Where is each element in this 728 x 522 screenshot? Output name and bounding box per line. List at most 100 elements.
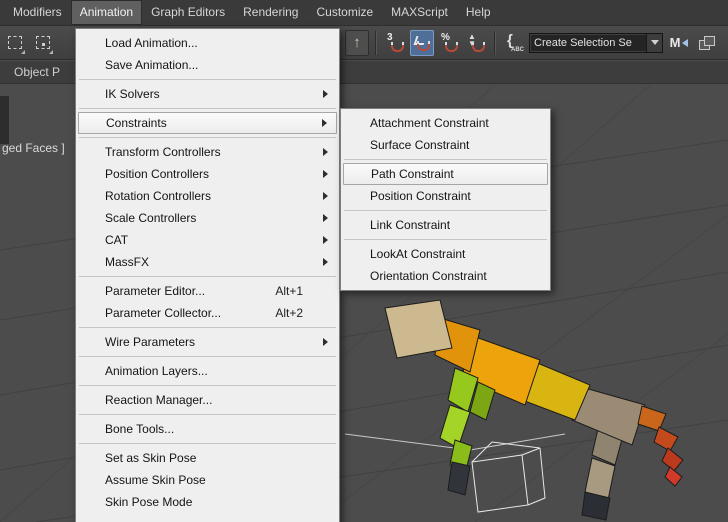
menu-item-massfx[interactable]: MassFX	[78, 251, 337, 273]
menu-item-label: Position Constraint	[370, 189, 471, 203]
angle-snap-toggle-button[interactable]	[410, 29, 434, 56]
menubar: Modifiers Animation Graph Editors Render…	[0, 0, 728, 26]
keyboard-override-toggle-button[interactable]: ↑	[345, 29, 369, 56]
menu-separator	[79, 443, 336, 444]
submenu-item-link-constraint[interactable]: Link Constraint	[343, 214, 548, 236]
menubar-item-animation[interactable]: Animation	[70, 0, 143, 25]
submenu-item-surface-constraint[interactable]: Surface Constraint	[343, 134, 548, 156]
menu-separator	[79, 137, 336, 138]
submenu-arrow-icon	[323, 214, 328, 222]
menu-item-parameter-editor[interactable]: Parameter Editor... Alt+1	[78, 280, 337, 302]
menu-item-position-controllers[interactable]: Position Controllers	[78, 163, 337, 185]
submenu-arrow-icon	[322, 119, 327, 127]
menu-item-label: Transform Controllers	[105, 145, 221, 159]
menu-item-set-as-skin-pose[interactable]: Set as Skin Pose	[78, 447, 337, 469]
submenu-item-path-constraint[interactable]: Path Constraint	[343, 163, 548, 185]
menu-item-label: IK Solvers	[105, 87, 160, 101]
menu-item-label: Parameter Editor...	[105, 284, 206, 298]
viewport-shading-label[interactable]: ged Faces ]	[2, 141, 65, 155]
menu-item-label: Load Animation...	[105, 36, 198, 50]
mirror-arrow-icon	[682, 38, 689, 47]
toolbar-separator	[494, 30, 496, 55]
menu-item-label: Constraints	[106, 116, 167, 130]
edit-named-selection-sets-button[interactable]: { ABC	[502, 30, 526, 56]
menu-item-label: Wire Parameters	[105, 335, 196, 349]
menu-item-save-animation[interactable]: Save Animation...	[78, 54, 337, 76]
menu-separator	[79, 276, 336, 277]
menu-item-reaction-manager[interactable]: Reaction Manager...	[78, 389, 337, 411]
paint-selection-region-button[interactable]	[31, 30, 55, 56]
submenu-item-position-constraint[interactable]: Position Constraint	[343, 185, 548, 207]
percent-snap-toggle-button[interactable]: %	[437, 30, 461, 56]
submenu-item-attachment-constraint[interactable]: Attachment Constraint	[343, 112, 548, 134]
snap-toggle-button[interactable]: 3	[383, 30, 407, 56]
align-icon	[699, 35, 715, 50]
menu-item-label: Bone Tools...	[105, 422, 175, 436]
menu-item-rotation-controllers[interactable]: Rotation Controllers	[78, 185, 337, 207]
menu-item-assume-skin-pose[interactable]: Assume Skin Pose	[78, 469, 337, 491]
submenu-item-lookat-constraint[interactable]: LookAt Constraint	[343, 243, 548, 265]
animation-menu: Load Animation... Save Animation... IK S…	[75, 28, 340, 522]
menubar-item-graph-editors[interactable]: Graph Editors	[142, 0, 234, 25]
submenu-arrow-icon	[323, 236, 328, 244]
menu-separator	[79, 356, 336, 357]
menubar-item-modifiers[interactable]: Modifiers	[4, 0, 71, 25]
paint-dot-icon	[42, 42, 45, 46]
menu-item-label: Animation Layers...	[105, 364, 208, 378]
magnet-icon	[391, 41, 404, 52]
brace-icon: {	[507, 31, 513, 49]
named-selection-set-dropdown[interactable]: Create Selection Se	[529, 32, 663, 53]
menu-item-bone-tools[interactable]: Bone Tools...	[78, 418, 337, 440]
menu-item-label: Skin Pose Mode	[105, 495, 193, 509]
menu-item-load-animation[interactable]: Load Animation...	[78, 32, 337, 54]
panel-notch	[0, 96, 9, 144]
menu-item-wire-parameters[interactable]: Wire Parameters	[78, 331, 337, 353]
menu-item-transform-controllers[interactable]: Transform Controllers	[78, 141, 337, 163]
up-arrow-icon: ↑	[353, 34, 361, 51]
submenu-arrow-icon	[323, 170, 328, 178]
submenu-arrow-icon	[323, 338, 328, 346]
selection-set-value: Create Selection Se	[534, 36, 632, 49]
submenu-arrow-icon	[323, 192, 328, 200]
menu-item-animation-layers[interactable]: Animation Layers...	[78, 360, 337, 382]
menu-item-shortcut: Alt+2	[275, 306, 303, 320]
mirror-label: M	[669, 35, 681, 50]
menu-item-shortcut: Alt+1	[275, 284, 303, 298]
menubar-item-help[interactable]: Help	[457, 0, 500, 25]
menu-separator	[79, 414, 336, 415]
menu-item-parameter-collector[interactable]: Parameter Collector... Alt+2	[78, 302, 337, 324]
mirror-button[interactable]: M	[666, 35, 692, 50]
flyout-arrow-icon	[21, 49, 25, 54]
spinner-snap-toggle-button[interactable]: ▲ ▼	[464, 30, 488, 56]
menu-separator	[344, 210, 547, 211]
submenu-arrow-icon	[323, 90, 328, 98]
submenu-arrow-icon	[323, 258, 328, 266]
menu-item-label: MassFX	[105, 255, 150, 269]
menu-item-skin-pose-mode[interactable]: Skin Pose Mode	[78, 491, 337, 513]
menu-item-scale-controllers[interactable]: Scale Controllers	[78, 207, 337, 229]
dropdown-button[interactable]	[646, 33, 662, 52]
submenu-item-orientation-constraint[interactable]: Orientation Constraint	[343, 265, 548, 287]
ribbon-tab-object-paint[interactable]: Object P	[0, 65, 60, 79]
menu-separator	[79, 108, 336, 109]
creature-model[interactable]	[384, 299, 684, 521]
menubar-item-rendering[interactable]: Rendering	[234, 0, 307, 25]
menu-item-constraints[interactable]: Constraints	[78, 112, 337, 134]
menu-item-label: Save Animation...	[105, 58, 199, 72]
menu-item-label: Link Constraint	[370, 218, 451, 232]
rectangular-selection-region-button[interactable]	[3, 30, 27, 56]
menu-item-label: Set as Skin Pose	[105, 451, 197, 465]
align-button[interactable]	[695, 30, 719, 56]
menu-item-cat[interactable]: CAT	[78, 229, 337, 251]
menubar-item-customize[interactable]: Customize	[307, 0, 382, 25]
magnet-icon	[445, 41, 458, 52]
menu-item-ik-solvers[interactable]: IK Solvers	[78, 83, 337, 105]
menu-item-label: Reaction Manager...	[105, 393, 213, 407]
menubar-item-maxscript[interactable]: MAXScript	[382, 0, 457, 25]
menu-item-label: Parameter Collector...	[105, 306, 222, 320]
menu-separator	[344, 239, 547, 240]
menu-item-label: Path Constraint	[371, 167, 454, 181]
magnet-icon	[417, 40, 430, 51]
magnet-icon	[472, 41, 485, 52]
menu-item-label: LookAt Constraint	[370, 247, 466, 261]
